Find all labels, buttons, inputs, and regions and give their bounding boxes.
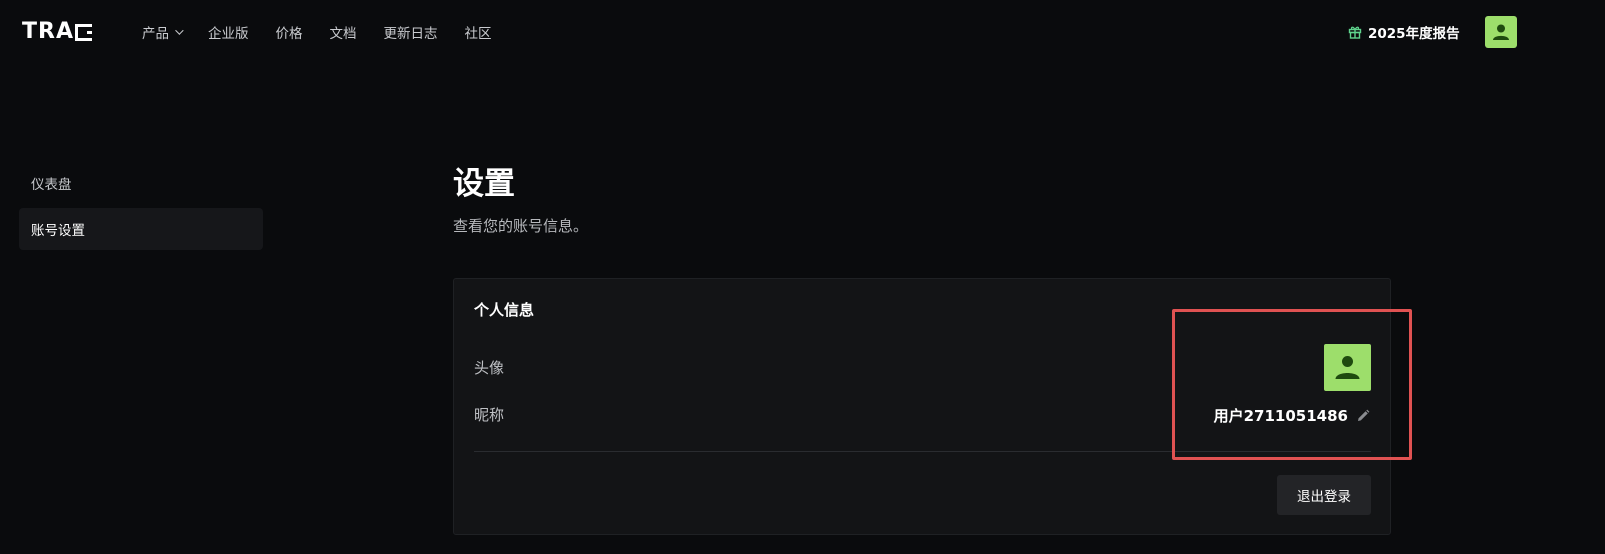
personal-info-card: 个人信息 头像 昵称 用户2711051486 退出登录 [453, 278, 1391, 535]
sidebar-item-label: 账号设置 [31, 223, 85, 239]
profile-avatar[interactable] [1324, 344, 1371, 391]
card-title: 个人信息 [474, 301, 535, 319]
annual-report-label: 2025年度报告 [1368, 26, 1460, 42]
nav-item-pricing[interactable]: 价格 [276, 22, 303, 42]
gift-icon [1348, 25, 1362, 39]
sidebar-item-dashboard[interactable]: 仪表盘 [19, 162, 263, 204]
pencil-icon[interactable] [1356, 409, 1370, 423]
nav-item-label: 价格 [275, 26, 303, 42]
nav-item-changelog[interactable]: 更新日志 [384, 22, 438, 42]
nav-item-label: 产品 [142, 26, 169, 42]
main-nav: 产品 企业版 价格 文档 更新日志 社区 [142, 22, 492, 42]
settings-sidebar: 仪表盘 账号设置 [19, 162, 263, 250]
nav-item-label: 社区 [464, 26, 492, 42]
nav-item-community[interactable]: 社区 [465, 22, 492, 42]
top-navigation-bar: TRA 产品 企业版 价格 文档 更新日志 社区 2025年度报告 [0, 0, 1605, 64]
user-avatar-icon [1493, 24, 1509, 40]
nav-item-docs[interactable]: 文档 [330, 22, 357, 42]
nickname-label: 昵称 [474, 406, 505, 424]
card-divider [474, 451, 1371, 452]
nickname-field: 用户2711051486 [1214, 405, 1370, 426]
page-subtitle: 查看您的账号信息。 [453, 217, 589, 235]
annual-report-link[interactable]: 2025年度报告 [1348, 22, 1460, 42]
nav-item-enterprise[interactable]: 企业版 [208, 22, 249, 42]
sidebar-item-label: 仪表盘 [31, 177, 72, 193]
logout-button[interactable]: 退出登录 [1277, 475, 1371, 515]
logo-mark-icon [74, 23, 92, 41]
nav-item-label: 文档 [329, 26, 357, 42]
page-title: 设置 [453, 166, 515, 202]
nav-item-label: 企业版 [208, 26, 249, 42]
user-avatar-button[interactable] [1485, 16, 1517, 48]
nickname-value: 用户2711051486 [1213, 407, 1348, 425]
nav-item-label: 更新日志 [383, 26, 438, 42]
chevron-down-icon [175, 26, 184, 35]
nav-item-product[interactable]: 产品 [142, 22, 184, 42]
user-avatar-icon [1335, 356, 1360, 379]
avatar-label: 头像 [474, 359, 505, 377]
trae-logo[interactable]: TRA [22, 21, 92, 43]
logo-text: TRA [22, 19, 74, 44]
sidebar-item-account-settings[interactable]: 账号设置 [19, 208, 263, 250]
